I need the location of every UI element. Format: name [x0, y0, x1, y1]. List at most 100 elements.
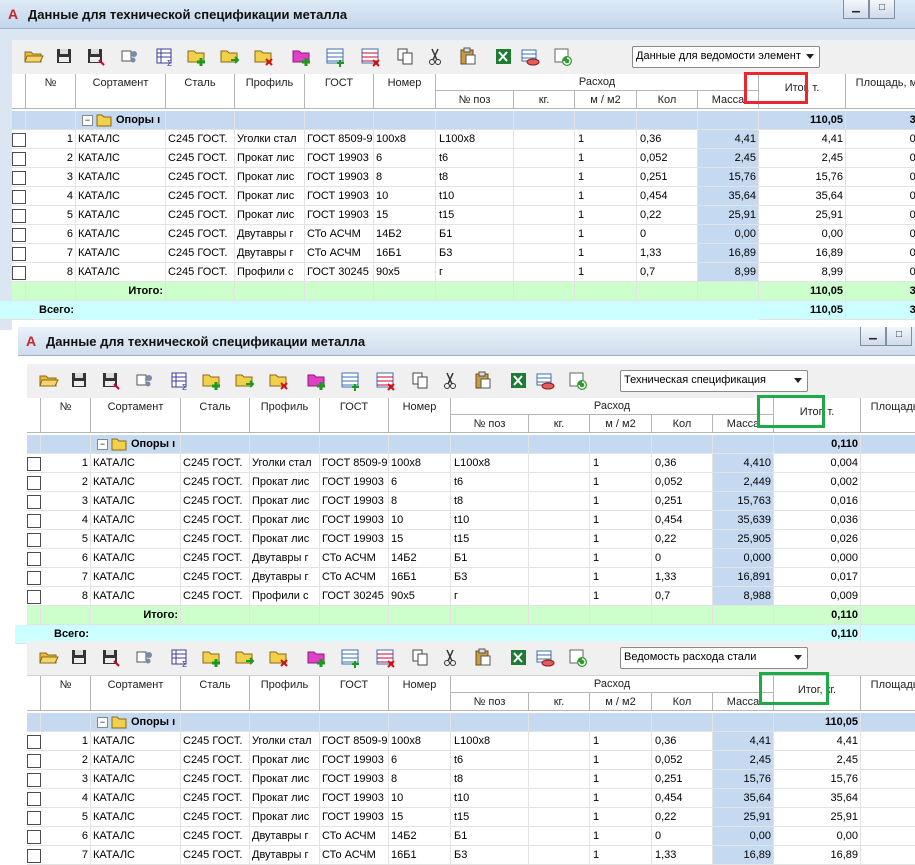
- open-folder-arrow-icon[interactable]: [219, 46, 241, 68]
- minimize-button[interactable]: ▁: [843, 0, 869, 19]
- table-row[interactable]: 2 КАТАЛС С245 ГОСТ. Прокат лис ГОСТ 19903 6 t6…: [27, 473, 915, 492]
- save-icon[interactable]: [69, 370, 91, 392]
- row-checkbox-cell[interactable]: [12, 149, 26, 168]
- row-checkbox[interactable]: [27, 735, 41, 749]
- add-pink-folder-icon[interactable]: [306, 647, 328, 669]
- settings-icon[interactable]: [119, 46, 141, 68]
- table-row[interactable]: 1 КАТАЛС С245 ГОСТ. Уголки стал ГОСТ 8509-9 1…: [27, 732, 915, 751]
- refresh-icon[interactable]: [552, 46, 574, 68]
- group-row[interactable]: 110,053,20 − Опоры ı: [12, 111, 915, 130]
- row-checkbox-cell[interactable]: [27, 587, 41, 606]
- row-checkbox-cell[interactable]: [27, 530, 41, 549]
- insert-row-icon[interactable]: [340, 370, 362, 392]
- col-header-ploshad[interactable]: Площадь, м2: [846, 74, 915, 109]
- row-checkbox-cell[interactable]: [27, 732, 41, 751]
- open-folder-icon[interactable]: [38, 370, 60, 392]
- delete-folder-icon[interactable]: [253, 46, 275, 68]
- group-row[interactable]: 0,1103,22 − Опоры ı: [27, 435, 915, 454]
- col-header-kol[interactable]: Кол: [652, 693, 713, 711]
- table-row[interactable]: 4 КАТАЛС С245 ГОСТ. Прокат лис ГОСТ 19903 10 t…: [12, 187, 915, 206]
- col-header-m-m2[interactable]: м / м2: [575, 91, 637, 109]
- row-checkbox[interactable]: [27, 792, 41, 806]
- table-row[interactable]: 5 КАТАЛС С245 ГОСТ. Прокат лис ГОСТ 19903 15 t…: [12, 206, 915, 225]
- add-folder-icon[interactable]: [201, 647, 223, 669]
- row-checkbox-cell[interactable]: [27, 846, 41, 865]
- excel-export-icon[interactable]: [493, 46, 515, 68]
- table-row[interactable]: 1 КАТАЛС С245 ГОСТ. Уголки стал ГОСТ 8509-9 1…: [12, 130, 915, 149]
- collapse-toggle[interactable]: −: [82, 115, 93, 126]
- table-row[interactable]: 8 КАТАЛС С245 ГОСТ. Профили с ГОСТ 30245 90х5…: [12, 263, 915, 282]
- refresh-icon[interactable]: [567, 370, 589, 392]
- row-checkbox-cell[interactable]: [27, 770, 41, 789]
- chevron-down-icon[interactable]: [794, 378, 802, 383]
- row-checkbox[interactable]: [27, 552, 41, 566]
- col-header-num[interactable]: №: [26, 74, 76, 109]
- col-header-stal[interactable]: Сталь: [166, 74, 235, 109]
- open-folder-icon[interactable]: [23, 46, 45, 68]
- table-row[interactable]: 8 КАТАЛС С245 ГОСТ. Профили с ГОСТ 30245 90х5…: [27, 587, 915, 606]
- table-sum-icon[interactable]: Σ: [169, 370, 191, 392]
- table-row[interactable]: 7 КАТАЛС С245 ГОСТ. Двутавры г СТо АСЧМ 16Б1 Б…: [12, 244, 915, 263]
- row-checkbox[interactable]: [12, 247, 26, 261]
- table-row[interactable]: 3 КАТАЛС С245 ГОСТ. Прокат лис ГОСТ 19903 8 t8…: [27, 770, 915, 789]
- table-sum-icon[interactable]: Σ: [154, 46, 176, 68]
- maximize-button[interactable]: □: [886, 327, 912, 346]
- row-checkbox-cell[interactable]: [12, 168, 26, 187]
- table-row[interactable]: 5 КАТАЛС С245 ГОСТ. Прокат лис ГОСТ 19903 15 t…: [27, 808, 915, 827]
- row-checkbox[interactable]: [27, 571, 41, 585]
- col-header-stal[interactable]: Сталь: [181, 676, 250, 711]
- col-header-kg[interactable]: кг.: [514, 91, 575, 109]
- print-table-icon[interactable]: [534, 370, 556, 392]
- add-folder-icon[interactable]: [201, 370, 223, 392]
- row-checkbox-cell[interactable]: [27, 827, 41, 846]
- table-row[interactable]: 2 КАТАЛС С245 ГОСТ. Прокат лис ГОСТ 19903 6 t6…: [27, 751, 915, 770]
- col-header-n-poz[interactable]: № поз: [451, 415, 529, 433]
- row-checkbox-cell[interactable]: [27, 511, 41, 530]
- table-row[interactable]: 4 КАТАЛС С245 ГОСТ. Прокат лис ГОСТ 19903 10 t…: [27, 789, 915, 808]
- col-header-m-m2[interactable]: м / м2: [590, 693, 652, 711]
- save-as-icon[interactable]: [100, 370, 122, 392]
- cut-icon[interactable]: [440, 370, 462, 392]
- row-checkbox-cell[interactable]: [12, 187, 26, 206]
- row-checkbox-cell[interactable]: [12, 130, 26, 149]
- maximize-button[interactable]: □: [869, 0, 895, 19]
- copy-icon[interactable]: [395, 46, 417, 68]
- table-row[interactable]: 6 КАТАЛС С245 ГОСТ. Двутавры г СТо АСЧМ 14Б2 Б…: [27, 549, 915, 568]
- col-header-kol[interactable]: Кол: [652, 415, 713, 433]
- save-as-icon[interactable]: [100, 647, 122, 669]
- col-header-nomer[interactable]: Номер: [389, 676, 451, 711]
- col-header-n-poz[interactable]: № поз: [451, 693, 529, 711]
- col-header-m-m2[interactable]: м / м2: [590, 415, 652, 433]
- delete-folder-icon[interactable]: [268, 370, 290, 392]
- col-header-nomer[interactable]: Номер: [374, 74, 436, 109]
- col-header-sortament[interactable]: Сортамент: [76, 74, 166, 109]
- paste-icon[interactable]: [457, 46, 479, 68]
- col-header-nomer[interactable]: Номер: [389, 398, 451, 433]
- row-checkbox[interactable]: [27, 830, 41, 844]
- paste-icon[interactable]: [472, 647, 494, 669]
- chevron-down-icon[interactable]: [794, 655, 802, 660]
- col-header-profil[interactable]: Профиль: [250, 398, 320, 433]
- cut-icon[interactable]: [425, 46, 447, 68]
- col-header-num[interactable]: №: [41, 398, 91, 433]
- collapse-toggle[interactable]: −: [97, 439, 108, 450]
- table-row[interactable]: 7 КАТАЛС С245 ГОСТ. Двутавры г СТо АСЧМ 16Б1 Б…: [27, 568, 915, 587]
- open-folder-arrow-icon[interactable]: [234, 647, 256, 669]
- row-checkbox[interactable]: [27, 533, 41, 547]
- collapse-toggle[interactable]: −: [97, 717, 108, 728]
- table-row[interactable]: 6 КАТАЛС С245 ГОСТ. Двутавры г СТо АСЧМ 14Б2 Б…: [12, 225, 915, 244]
- row-checkbox[interactable]: [12, 171, 26, 185]
- col-header-sortament[interactable]: Сортамент: [91, 398, 181, 433]
- col-header-gost[interactable]: ГОСТ: [305, 74, 374, 109]
- add-folder-icon[interactable]: [186, 46, 208, 68]
- insert-row-icon[interactable]: [325, 46, 347, 68]
- row-checkbox[interactable]: [12, 190, 26, 204]
- refresh-icon[interactable]: [567, 647, 589, 669]
- row-checkbox[interactable]: [27, 754, 41, 768]
- row-checkbox-cell[interactable]: [27, 751, 41, 770]
- table-row[interactable]: 3 КАТАЛС С245 ГОСТ. Прокат лис ГОСТ 19903 8 t8…: [12, 168, 915, 187]
- row-checkbox[interactable]: [27, 457, 41, 471]
- table-row[interactable]: 2 КАТАЛС С245 ГОСТ. Прокат лис ГОСТ 19903 6 t6…: [12, 149, 915, 168]
- col-header-stal[interactable]: Сталь: [181, 398, 250, 433]
- copy-icon[interactable]: [410, 647, 432, 669]
